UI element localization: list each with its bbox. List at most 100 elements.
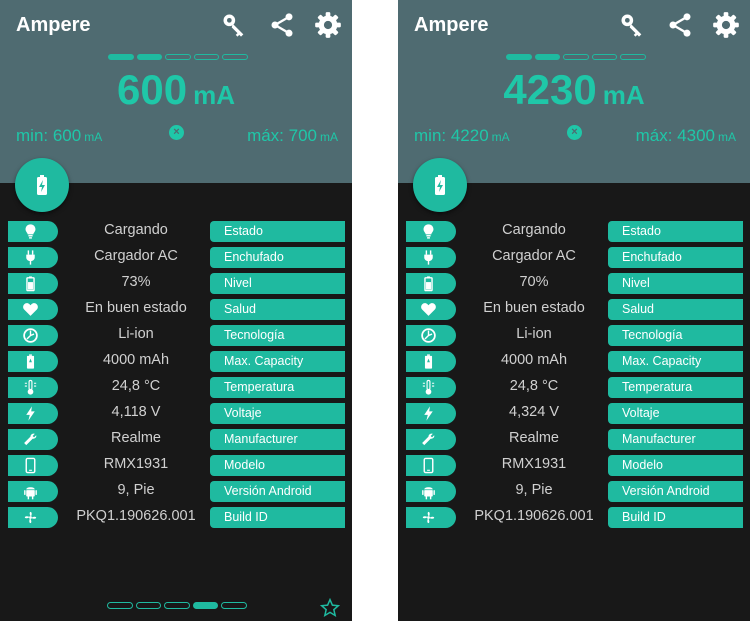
key-icon[interactable] (220, 11, 248, 39)
row-label: Enchufado (210, 247, 345, 268)
row-value: 9, Pie (117, 482, 155, 498)
reset-minmax-button[interactable]: × (169, 125, 184, 140)
gear-icon[interactable] (314, 11, 342, 39)
row-label: Tecnología (608, 325, 743, 346)
list-item: PKQ1.190626.001 Build ID (8, 505, 348, 531)
row-label: Tecnología (210, 325, 345, 346)
page-dot[interactable] (164, 602, 190, 609)
current-unit: mA (193, 80, 235, 110)
max-reading: máx: 4300 mA (636, 126, 736, 146)
row-value: Realme (111, 430, 161, 446)
row-label: Nivel (608, 273, 743, 294)
chip-icon (406, 325, 456, 346)
battery-charging-fab[interactable] (15, 158, 69, 212)
plug-icon (406, 247, 456, 268)
row-value: 73% (121, 274, 151, 290)
battery-charging-fab[interactable] (413, 158, 467, 212)
list-item: Realme Manufacturer (8, 427, 348, 453)
list-item: 70% Nivel (406, 271, 746, 297)
list-item: 4000 mAh Max. Capacity (8, 349, 348, 375)
row-label: Versión Android (210, 481, 345, 502)
share-icon[interactable] (268, 11, 296, 39)
row-value: 9, Pie (515, 482, 553, 498)
wrench-icon (406, 429, 456, 450)
row-value: RMX1931 (501, 456, 567, 472)
row-value: Cargador AC (94, 248, 178, 264)
page-dot[interactable] (107, 602, 133, 609)
list-item: 4000 mAh Max. Capacity (406, 349, 746, 375)
row-label: Temperatura (608, 377, 743, 398)
max-reading: máx: 700 mA (247, 126, 338, 146)
page-dot[interactable] (135, 602, 162, 609)
fan-icon (406, 507, 456, 528)
row-label: Estado (210, 221, 345, 242)
row-label: Manufacturer (210, 429, 345, 450)
heart-icon (406, 299, 456, 320)
row-value: Li-ion (118, 326, 154, 342)
thermometer-icon (406, 377, 456, 398)
bulb-icon (8, 221, 58, 242)
row-value: En buen estado (483, 300, 585, 316)
battery-capacity-icon (406, 351, 456, 372)
list-item: 73% Nivel (8, 271, 348, 297)
min-value: min: 4220 (414, 126, 489, 145)
battery-info-list: Cargando Estado Cargador AC Enchufado 70% N… (406, 219, 746, 531)
row-value: 4,118 V (111, 404, 161, 420)
min-reading: min: 4220 mA (414, 126, 510, 146)
row-label: Salud (210, 299, 345, 320)
gear-icon[interactable] (712, 11, 740, 39)
bolt-icon (406, 403, 456, 424)
app-title: Ampere (16, 14, 91, 36)
list-item: 4,324 V Voltaje (406, 401, 746, 427)
list-item: PKQ1.190626.001 Build ID (406, 505, 746, 531)
android-icon (406, 481, 456, 502)
page-dot[interactable] (221, 602, 247, 609)
list-item: Cargador AC Enchufado (406, 245, 746, 271)
pager-top (506, 54, 646, 60)
android-icon (8, 481, 58, 502)
list-item: 4,118 V Voltaje (8, 401, 348, 427)
row-label: Enchufado (608, 247, 743, 268)
row-label: Nivel (210, 273, 345, 294)
thermometer-icon (8, 377, 58, 398)
share-icon[interactable] (666, 11, 694, 39)
row-value: 70% (519, 274, 549, 290)
fan-icon (8, 507, 58, 528)
row-value: RMX1931 (103, 456, 169, 472)
list-item: RMX1931 Modelo (406, 453, 746, 479)
row-label: Voltaje (608, 403, 743, 424)
list-item: Cargador AC Enchufado (8, 245, 348, 271)
list-item: 24,8 °C Temperatura (406, 375, 746, 401)
list-item: Realme Manufacturer (406, 427, 746, 453)
row-value: PKQ1.190626.001 (474, 508, 594, 524)
row-label: Manufacturer (608, 429, 743, 450)
row-value: Realme (509, 430, 559, 446)
page-dot-active[interactable] (192, 602, 219, 609)
chip-icon (8, 325, 58, 346)
list-item: RMX1931 Modelo (8, 453, 348, 479)
key-icon[interactable] (618, 11, 646, 39)
current-value: 4230 (503, 66, 597, 113)
row-label: Modelo (608, 455, 743, 476)
list-item: 9, Pie Versión Android (8, 479, 348, 505)
current-unit: mA (602, 80, 645, 110)
phone-screen-right: Ampere 4230 mA min: 4220 mA × máx: 4300 mA … (398, 0, 750, 621)
battery-info-list: Cargando Estado Cargador AC Enchufado 73% N… (8, 219, 348, 531)
row-label: Build ID (608, 507, 743, 528)
max-unit: mA (320, 130, 338, 144)
reset-minmax-button[interactable]: × (567, 125, 582, 140)
row-value: Li-ion (516, 326, 552, 342)
pager-top (108, 54, 248, 60)
row-value: 4000 mAh (500, 352, 568, 368)
star-icon[interactable] (319, 597, 341, 618)
phone-icon (406, 455, 456, 476)
battery-level-icon (406, 273, 456, 294)
list-item: En buen estado Salud (8, 297, 348, 323)
row-label: Estado (608, 221, 743, 242)
row-value: Cargador AC (492, 248, 576, 264)
bolt-icon (8, 403, 58, 424)
wrench-icon (8, 429, 58, 450)
max-value: máx: 700 (247, 126, 317, 145)
heart-icon (8, 299, 58, 320)
row-label: Modelo (210, 455, 345, 476)
